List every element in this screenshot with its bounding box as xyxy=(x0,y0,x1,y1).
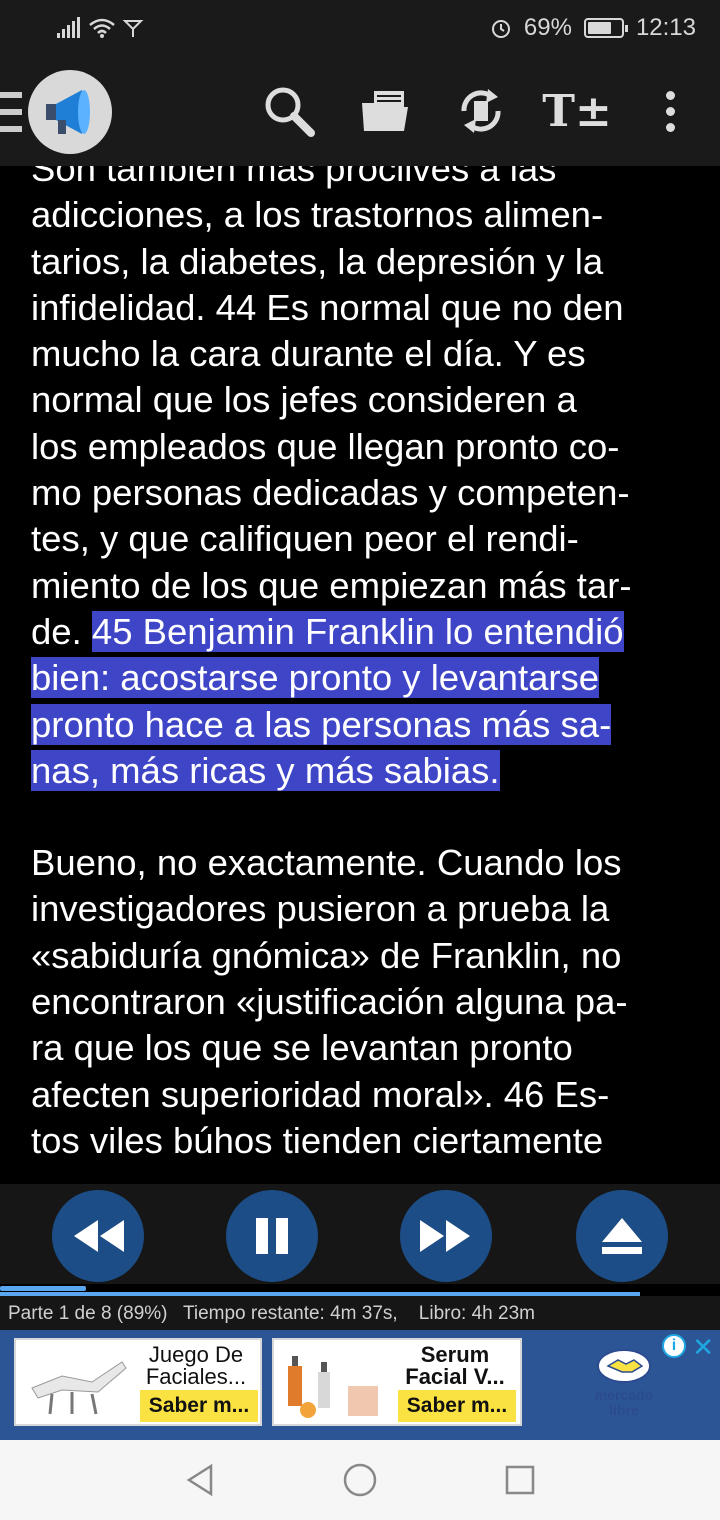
recents-icon[interactable] xyxy=(500,1460,540,1500)
search-icon[interactable] xyxy=(256,78,322,144)
ad-close-icon[interactable]: ✕ xyxy=(692,1332,714,1363)
ad-card-1-cta[interactable]: Saber m... xyxy=(140,1390,258,1422)
clock: 12:13 xyxy=(635,14,696,41)
status-bar: 69% 12:13 xyxy=(0,0,720,56)
paragraph-1: Son tambien mas proclives a las adiccion… xyxy=(31,166,701,794)
sync-icon[interactable] xyxy=(448,78,514,144)
highlighted-sentence[interactable]: 45 Benjamin Franklin lo entendió bien: a… xyxy=(31,610,624,791)
mercado-libre-text: mercado libre xyxy=(594,1387,654,1418)
folder-icon[interactable] xyxy=(352,78,418,144)
paragraph-2: Bueno, no exactamente. Cuando los invest… xyxy=(31,842,628,1161)
eject-button[interactable] xyxy=(576,1190,668,1282)
menu-icon[interactable] xyxy=(0,92,22,132)
fast-forward-button[interactable] xyxy=(400,1190,492,1282)
status-right-icons: 69% 12:13 xyxy=(490,14,696,42)
pause-button[interactable] xyxy=(226,1190,318,1282)
battery-icon xyxy=(583,18,628,38)
playback-info: Parte 1 de 8 (89%) Tiempo restante: 4m 3… xyxy=(0,1296,720,1330)
mercado-libre-logo[interactable]: mercado libre xyxy=(586,1348,662,1426)
ad-card-1-title: Juego De Faciales... xyxy=(145,1342,247,1389)
text-size-icon[interactable]: T± xyxy=(542,78,612,144)
status-left-icons xyxy=(56,17,144,39)
ad-card-2[interactable]: Serum Facial V... Saber m... xyxy=(272,1338,522,1426)
massage-chair-image xyxy=(31,1361,127,1415)
wifi-icon xyxy=(89,18,115,38)
ad-card-2-title: Serum Facial V... xyxy=(405,1342,505,1389)
paragraph-1-plain: Son tambien mas proclives a las adiccion… xyxy=(31,166,632,652)
ad-card-1[interactable]: Juego De Faciales... Saber m... xyxy=(14,1338,262,1426)
back-icon[interactable] xyxy=(180,1460,220,1500)
battery-level xyxy=(587,22,611,34)
rewind-button[interactable] xyxy=(52,1190,144,1282)
book-reader[interactable]: Son tambien mas proclives a las adiccion… xyxy=(0,166,720,1184)
fast-forward-icon xyxy=(420,1220,470,1252)
battery-percent: 69% xyxy=(523,14,572,41)
rewind-icon xyxy=(74,1220,124,1252)
playback-controls xyxy=(0,1184,720,1284)
alarm-icon xyxy=(491,20,510,38)
ad-card-2-cta[interactable]: Saber m... xyxy=(398,1390,516,1422)
ad-banner[interactable]: Juego De Faciales... Saber m... Serum Fa… xyxy=(0,1330,720,1440)
app-toolbar: T± xyxy=(0,56,720,166)
hotspot-icon xyxy=(122,20,144,37)
eject-icon xyxy=(602,1218,642,1254)
megaphone-icon[interactable] xyxy=(28,70,112,154)
more-vert-icon[interactable] xyxy=(640,78,700,144)
signal-icon xyxy=(57,17,80,38)
part-progress-bar xyxy=(0,1286,86,1291)
system-nav-bar xyxy=(0,1440,720,1520)
page-text: Son tambien mas proclives a las adiccion… xyxy=(31,166,701,1164)
ad-info-icon[interactable]: i xyxy=(662,1334,686,1358)
pause-icon xyxy=(256,1218,288,1254)
text-size-label: T± xyxy=(542,85,612,137)
serum-bottles-image xyxy=(288,1356,378,1418)
home-icon[interactable] xyxy=(340,1460,380,1500)
handshake-icon xyxy=(597,1349,651,1383)
